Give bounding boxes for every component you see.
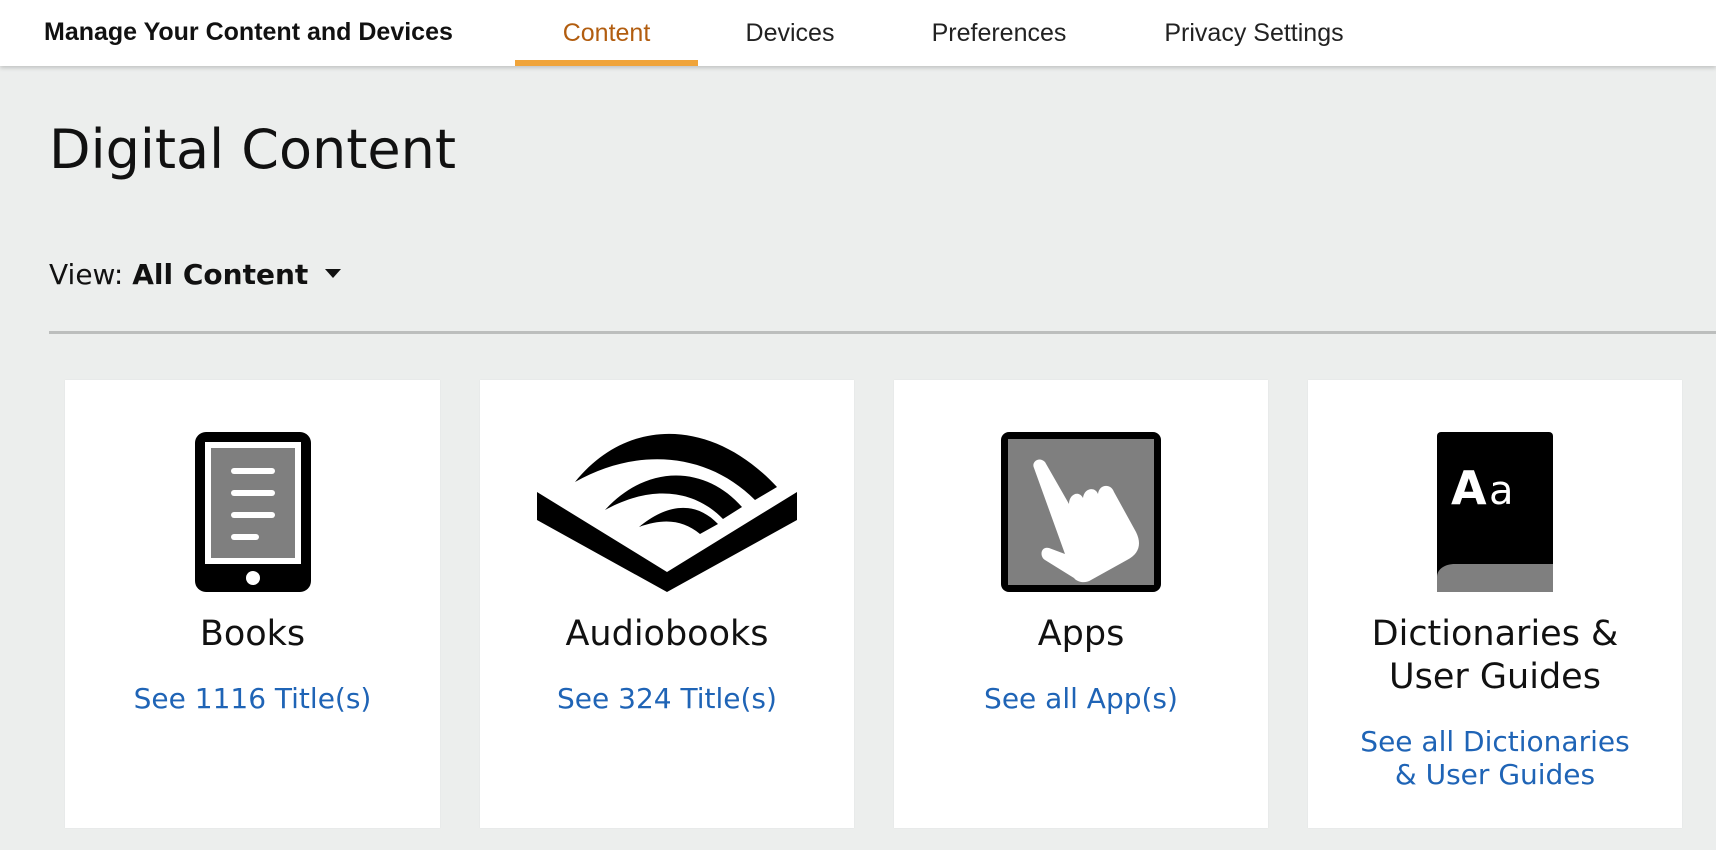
card-title: Dictionaries & User Guides xyxy=(1308,613,1682,699)
card-dictionaries[interactable]: A a Dictionaries & User Guides See all D… xyxy=(1308,380,1682,828)
card-title-line: Dictionaries & xyxy=(1371,614,1619,654)
tab-label: Devices xyxy=(745,19,835,47)
top-navigation: Manage Your Content and Devices Content … xyxy=(0,0,1716,66)
ereader-icon xyxy=(65,432,440,592)
card-books[interactable]: Books See 1116 Title(s) xyxy=(65,380,440,828)
dictionary-icon: A a xyxy=(1308,432,1682,592)
section-divider xyxy=(49,331,1716,334)
audible-icon xyxy=(480,432,854,592)
view-filter-value: All Content xyxy=(132,258,309,291)
tab-privacy-settings[interactable]: Privacy Settings xyxy=(1154,0,1354,66)
card-title: Audiobooks xyxy=(565,614,769,654)
tab-label: Content xyxy=(562,19,651,47)
card-apps[interactable]: Apps See all App(s) xyxy=(894,380,1268,828)
site-title[interactable]: Manage Your Content and Devices xyxy=(44,18,453,47)
link-line: See all Dictionaries xyxy=(1360,725,1630,758)
card-title: Apps xyxy=(1037,614,1125,654)
caret-down-icon xyxy=(325,268,342,278)
svg-text:a: a xyxy=(1489,468,1514,514)
tab-preferences[interactable]: Preferences xyxy=(918,0,1080,66)
tab-content[interactable]: Content xyxy=(515,0,698,66)
view-filter-dropdown[interactable]: View: All Content xyxy=(49,258,342,291)
tab-devices[interactable]: Devices xyxy=(731,0,849,66)
link-line: & User Guides xyxy=(1394,758,1596,791)
page-title: Digital Content xyxy=(49,118,457,181)
see-apps-link[interactable]: See all App(s) xyxy=(894,682,1268,715)
card-title-line: User Guides xyxy=(1389,657,1601,697)
active-tab-indicator xyxy=(515,60,698,66)
tab-label: Preferences xyxy=(931,19,1067,47)
tab-label: Privacy Settings xyxy=(1164,19,1344,47)
see-books-link[interactable]: See 1116 Title(s) xyxy=(65,682,440,715)
card-title: Books xyxy=(199,614,306,654)
see-audiobooks-link[interactable]: See 324 Title(s) xyxy=(480,682,854,715)
view-filter-label: View: xyxy=(49,258,124,291)
card-audiobooks[interactable]: Audiobooks See 324 Title(s) xyxy=(480,380,854,828)
see-dictionaries-link[interactable]: See all Dictionaries & User Guides xyxy=(1308,725,1682,791)
app-touch-icon xyxy=(894,432,1268,592)
svg-text:A: A xyxy=(1451,461,1487,515)
